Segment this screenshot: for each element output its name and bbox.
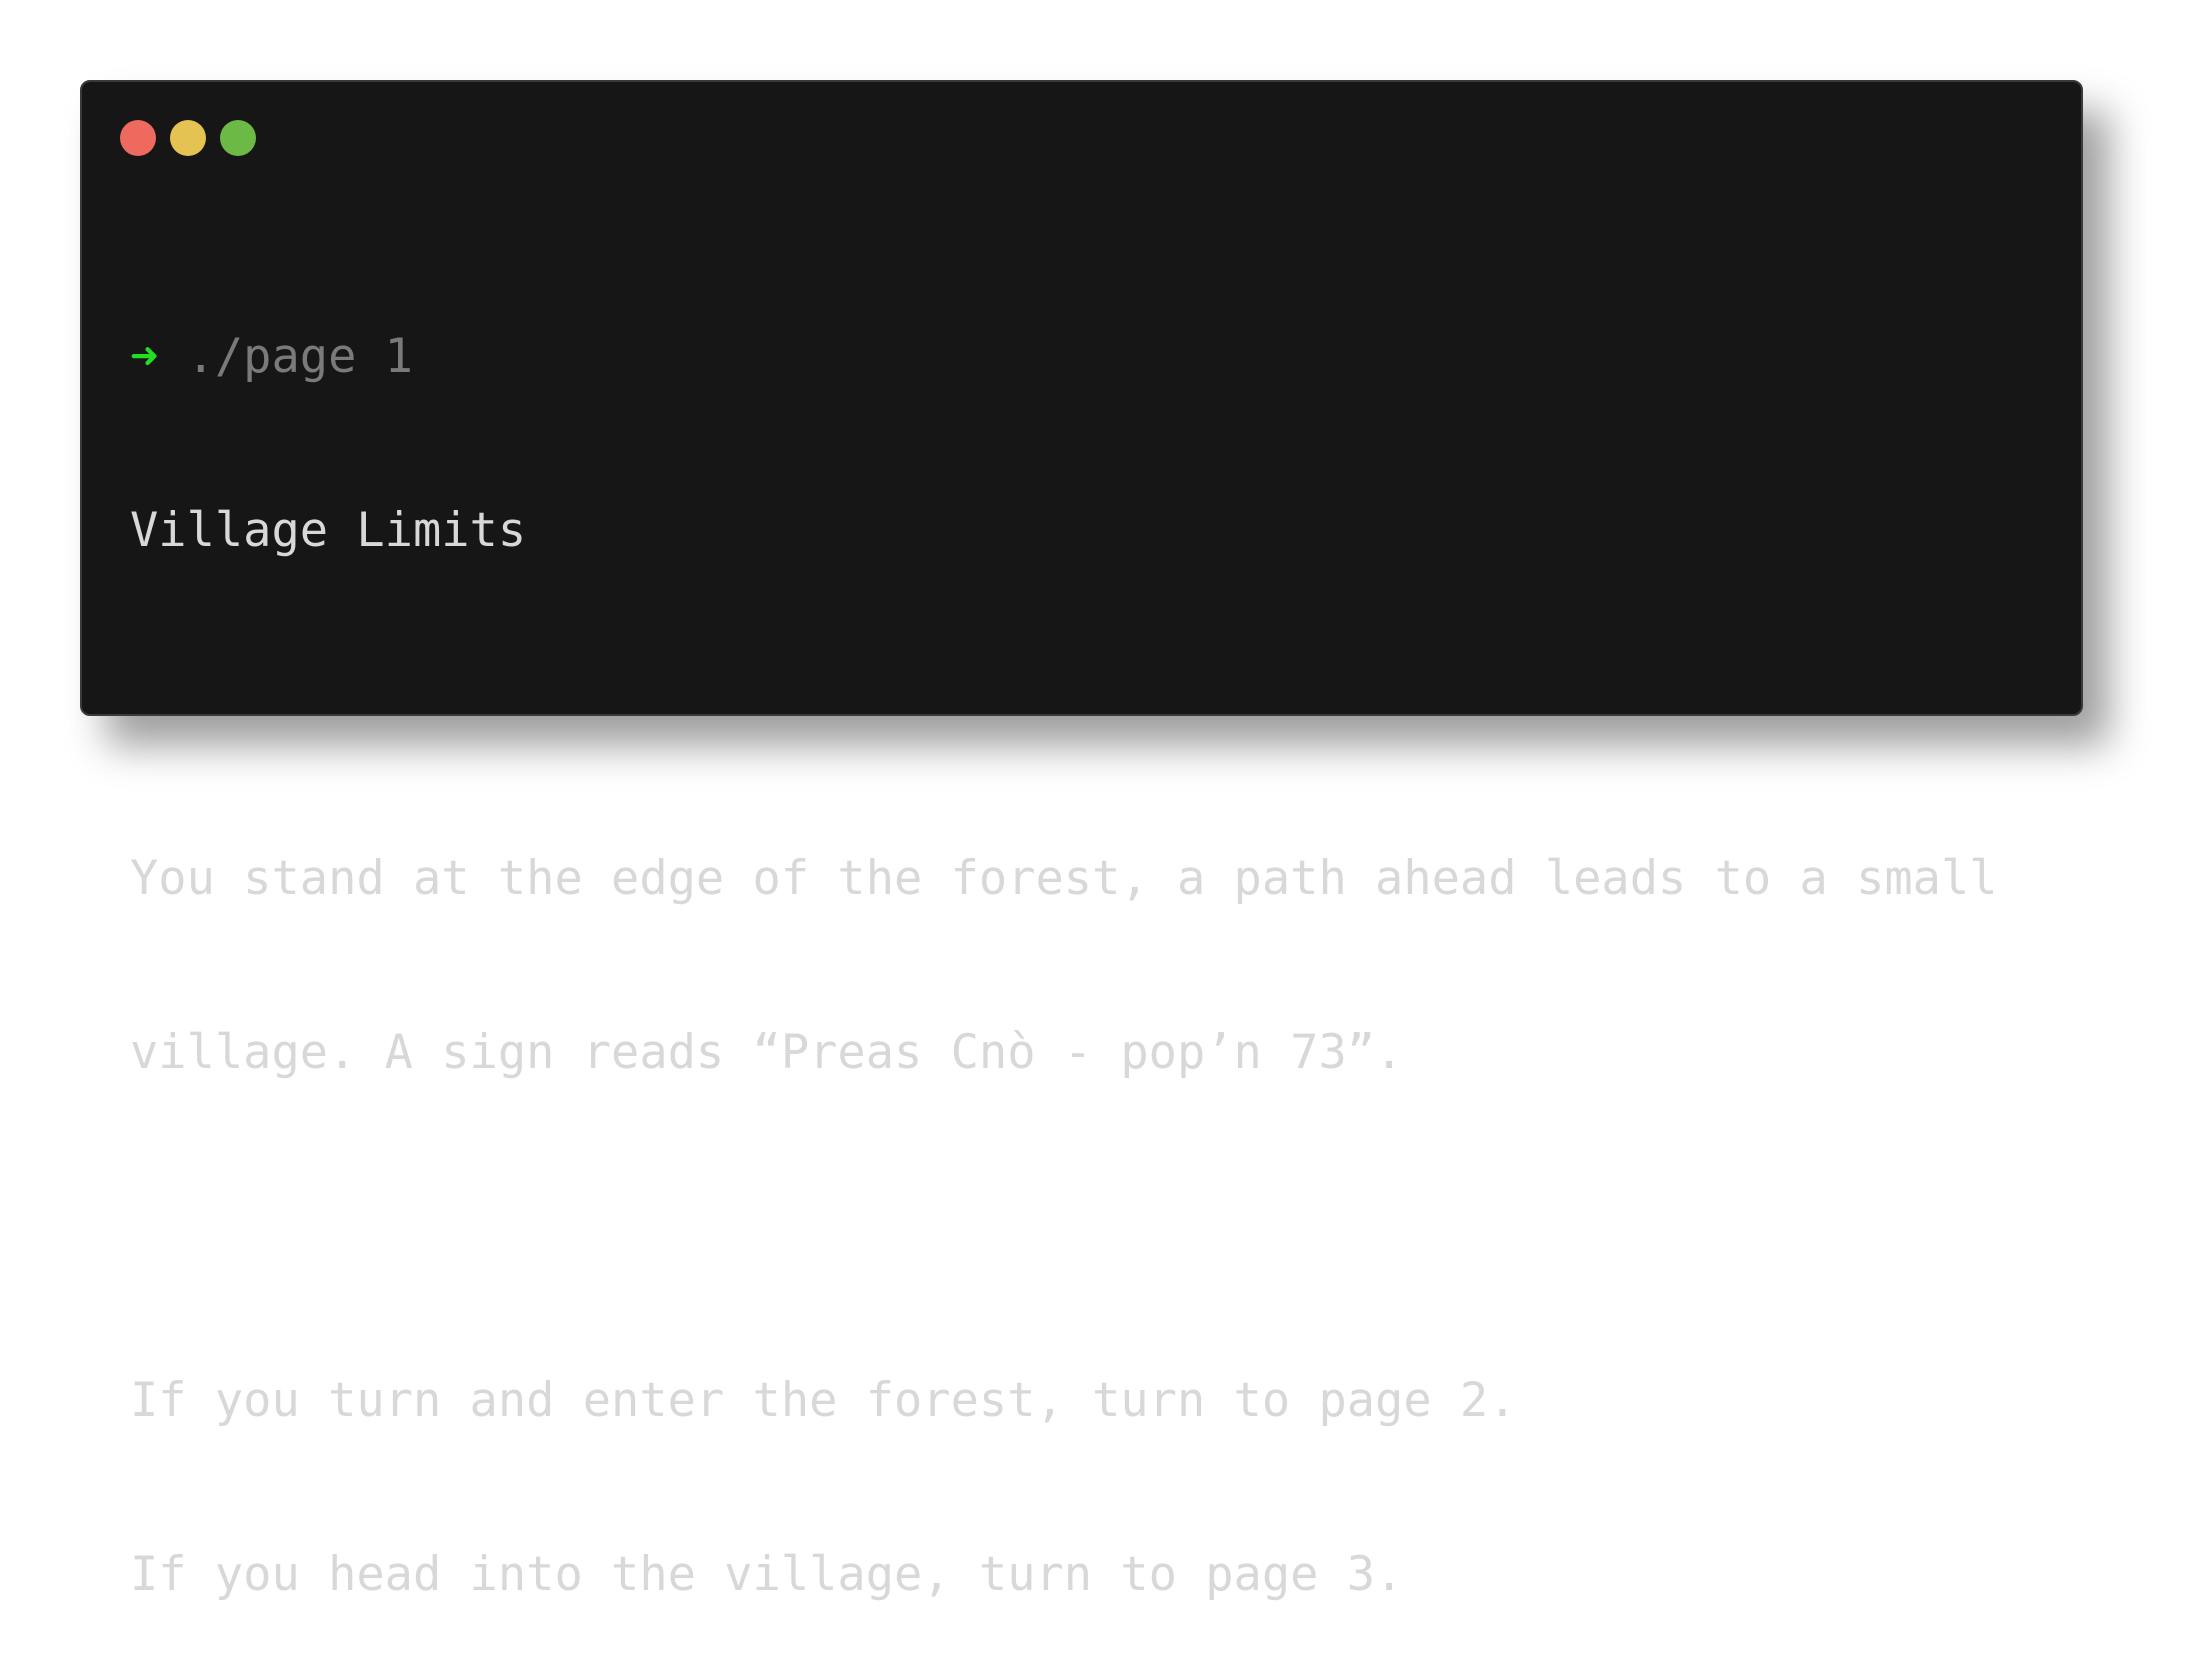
maximize-button[interactable] [220,120,256,156]
choice-line-1: If you turn and enter the forest, turn t… [130,1373,1517,1428]
description-line-1: You stand at the edge of the forest, a p… [130,851,1998,906]
description-line-2: village. A sign reads “Preas Cnò - pop’n… [130,1025,1404,1080]
prompt-arrow-icon: ➜ [130,329,159,384]
prompt-line: ➜ ./page 1 [130,328,2041,386]
terminal-output: ➜ ./page 1 Village Limits You stand at t… [130,212,2041,1656]
window-controls [120,120,256,156]
terminal-window: ➜ ./page 1 Village Limits You stand at t… [80,80,2083,1602]
choice-line-2: If you head into the village, turn to pa… [130,1547,1404,1602]
close-button[interactable] [120,120,156,156]
command-text: ./page 1 [158,329,413,384]
page-title: Village Limits [130,503,527,558]
minimize-button[interactable] [170,120,206,156]
